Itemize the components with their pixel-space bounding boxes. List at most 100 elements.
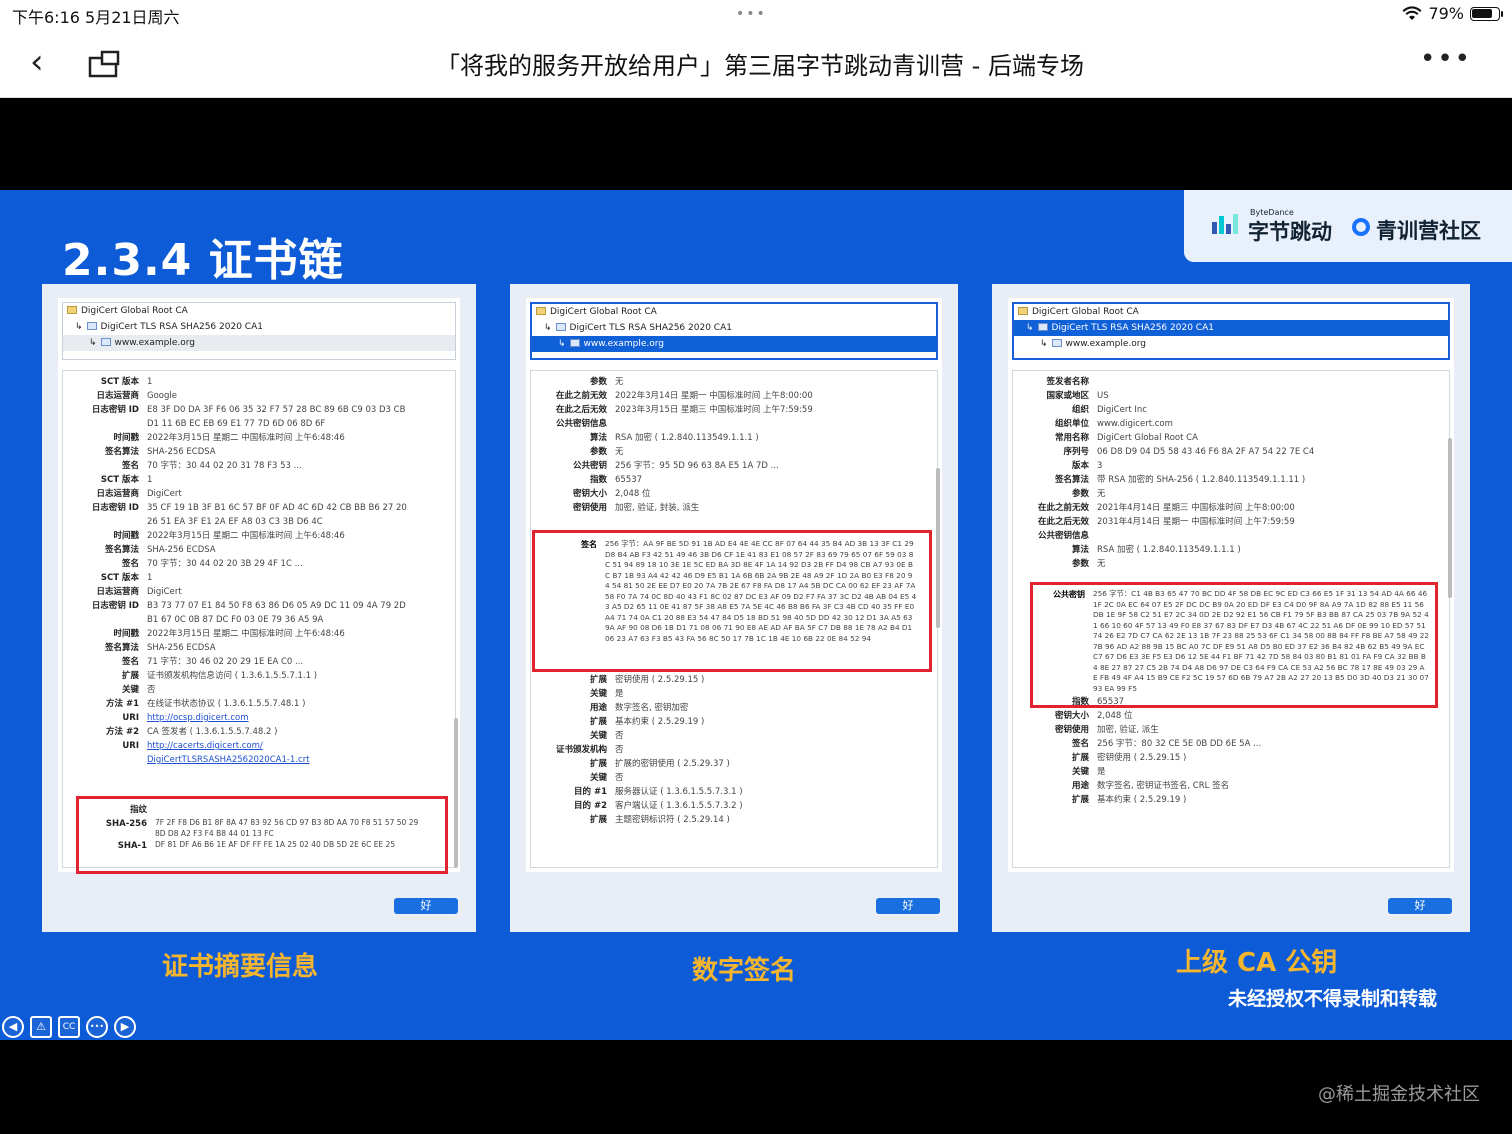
detail-key: 扩展 [1071, 795, 1089, 805]
detail-row: 组织单位 www.digicert.com [1013, 417, 1449, 431]
detail-value: 否 [615, 745, 624, 755]
detail-value: 数字签名, 密钥证书签名, CRL 签名 [1097, 781, 1230, 791]
detail-row: 签发者名称 [1013, 375, 1449, 389]
detail-key: 在此之前无效 [555, 391, 607, 401]
detail-row: 扩展 密钥使用 ( 2.5.29.15 ) [531, 673, 937, 687]
tree-leaf[interactable]: ↳ www.example.org [1014, 336, 1448, 352]
picture-in-picture-icon[interactable] [88, 50, 120, 78]
ok-button[interactable]: 好 [1388, 898, 1452, 914]
detail-value: 35 CF 19 1B 3F B1 6C 57 BF 0F AD 4C 6D 4… [147, 503, 407, 513]
warning-icon[interactable]: ⚠ [30, 1016, 52, 1038]
scrollbar[interactable] [1448, 438, 1452, 598]
video-player[interactable]: 2.3.4 证书链 ByteDance 字节跳动 青训营社区 DigiCert … [0, 98, 1512, 1134]
detail-row: 签名 70 字节：30 44 02 20 3B 29 4F 1C ... [63, 557, 455, 571]
detail-key: 密钥大小 [1054, 711, 1089, 721]
copyright-notice: 未经授权不得录制和转载 [1228, 988, 1438, 1010]
detail-row: 日志运营商 Google [63, 389, 455, 403]
detail-value: B3 73 77 07 E1 84 50 F8 63 86 D6 05 A9 D… [147, 601, 406, 611]
detail-key: 签名 [121, 657, 139, 667]
detail-row: 公共密钥信息 [531, 417, 937, 431]
detail-link[interactable]: http://cacerts.digicert.com/ [147, 739, 263, 753]
captions-icon[interactable]: CC [58, 1016, 80, 1038]
detail-row: 算法 RSA 加密 ( 1.2.840.113549.1.1.1 ) [531, 431, 937, 445]
detail-key: 签发者名称 [1046, 377, 1089, 387]
cert-panel-ca-pubkey: DigiCert Global Root CA ↳ DigiCert TLS RS… [992, 284, 1470, 932]
detail-row: 扩展 扩展的密钥使用 ( 2.5.29.37 ) [531, 757, 937, 771]
cert-folder-icon [1018, 307, 1028, 315]
ok-button[interactable]: 好 [876, 898, 940, 914]
detail-row: 指数 65537 [531, 473, 937, 487]
battery-percent: 79% [1428, 4, 1464, 23]
detail-link[interactable]: DigiCertTLSRSASHA2562020CA1-1.crt [147, 753, 310, 767]
cert-folder-icon [67, 306, 77, 314]
signature-block: 签名 256 字节：AA 9F BE 5D 91 1B AD E4 4E 4E … [581, 539, 917, 643]
detail-row: 在此之后无效 2023年3月15日 星期三 中国标准时间 上午7:59:59 [531, 403, 937, 417]
uri-link[interactable]: http://cacerts.digicert.com/ [147, 741, 263, 751]
detail-key: 关键 [589, 689, 607, 699]
detail-value: 是 [1097, 767, 1106, 777]
detail-value: 2,048 位 [615, 489, 651, 499]
detail-row: 目的 #1 服务器认证 ( 1.3.6.1.5.5.7.3.1 ) [531, 785, 937, 799]
detail-value: 扩展的密钥使用 ( 2.5.29.37 ) [615, 759, 730, 769]
tree-intermediate[interactable]: ↳ DigiCert TLS RSA SHA256 2020 CA1 [63, 319, 455, 335]
detail-row: 参数无 [1013, 487, 1449, 501]
detail-key: 签名 [121, 559, 139, 569]
chevron-left-icon[interactable]: ‹ [30, 44, 44, 80]
detail-row: 扩展 基本约束 ( 2.5.29.19 ) [1013, 793, 1449, 807]
tree-root[interactable]: DigiCert Global Root CA [532, 304, 936, 320]
multitask-dots[interactable]: ••• [736, 6, 767, 22]
tree-intermediate[interactable]: ↳ DigiCert TLS RSA SHA256 2020 CA1 [1014, 320, 1448, 336]
detail-value: 06 D8 D9 04 D5 58 43 46 F6 8A 2F A7 54 2… [1097, 447, 1315, 457]
detail-value: 主题密钥标识符 ( 2.5.29.14 ) [615, 815, 730, 825]
scrollbar[interactable] [454, 718, 458, 868]
more-options-icon[interactable]: ••• [86, 1016, 108, 1038]
detail-value: 2,048 位 [1097, 711, 1133, 721]
detail-value: 2022年3月15日 星期二 中国标准时间 上午6:48:46 [147, 629, 345, 639]
detail-value: RSA 加密 ( 1.2.840.113549.1.1.1 ) [615, 433, 759, 443]
detail-value: 数字签名, 密钥加密 [615, 703, 689, 713]
detail-row: SCT 版本 1 [63, 473, 455, 487]
ok-button[interactable]: 好 [394, 898, 458, 914]
detail-key: 日志密钥 ID [91, 601, 139, 611]
detail-row: 日志密钥 ID B3 73 77 07 E1 84 50 F8 63 86 D6 … [63, 599, 455, 613]
detail-link[interactable]: http://ocsp.digicert.com [147, 711, 249, 725]
detail-value: 无 [1097, 559, 1106, 569]
logo-box: ByteDance 字节跳动 青训营社区 [1184, 190, 1512, 262]
prev-icon[interactable]: ◀ [2, 1016, 24, 1038]
detail-row: 关键是 [531, 687, 937, 701]
wifi-icon [1402, 5, 1422, 20]
detail-row: 参数无 [1013, 557, 1449, 571]
detail-key: 签名算法 [104, 447, 139, 457]
status-bar: 下午6:16 5月21日周六 ••• 79% [0, 0, 1512, 30]
detail-key: 公共密钥信息 [555, 419, 607, 429]
detail-key: 签名 [1071, 739, 1089, 749]
tree-leaf[interactable]: ↳ www.example.org [532, 336, 936, 352]
detail-key: URI [122, 741, 139, 751]
more-icon[interactable]: ••• [1420, 44, 1472, 74]
detail-key: 序列号 [1063, 447, 1089, 457]
detail-value: 1 [147, 573, 153, 583]
detail-value: 加密, 验证, 封装, 派生 [615, 503, 700, 513]
detail-key: 日志运营商 [96, 489, 139, 499]
uri-link[interactable]: http://ocsp.digicert.com [147, 713, 249, 723]
detail-row: 公共密钥 256 字节：95 5D 96 63 8A E5 1A 7D ... [531, 459, 937, 473]
tree-leaf[interactable]: ↳ www.example.org [63, 335, 455, 351]
detail-row: URI http://ocsp.digicert.com [63, 711, 455, 725]
detail-key: 用途 [589, 703, 607, 713]
tree-root[interactable]: DigiCert Global Root CA [63, 303, 455, 319]
detail-key: 组织单位 [1054, 419, 1089, 429]
detail-key: 日志运营商 [96, 391, 139, 401]
detail-value: DigiCert [147, 587, 182, 597]
tree-root[interactable]: DigiCert Global Root CA [1014, 304, 1448, 320]
detail-row: 方法 #1 在线证书状态协议 ( 1.3.6.1.5.5.7.48.1 ) [63, 697, 455, 711]
detail-key: 国家或地区 [1046, 391, 1089, 401]
detail-row: 用途 数字签名, 密钥证书签名, CRL 签名 [1013, 779, 1449, 793]
highlight-signature: 签名 256 字节：AA 9F BE 5D 91 1B AD E4 4E 4E … [532, 530, 932, 672]
detail-key: 公共密钥信息 [1037, 531, 1089, 541]
uri-link[interactable]: DigiCertTLSRSASHA2562020CA1-1.crt [147, 755, 310, 765]
tree-intermediate[interactable]: ↳ DigiCert TLS RSA SHA256 2020 CA1 [532, 320, 936, 336]
status-right: 79% [1402, 4, 1503, 23]
next-icon[interactable]: ▶ [114, 1016, 136, 1038]
scrollbar[interactable] [936, 468, 940, 628]
detail-value: 密钥使用 ( 2.5.29.15 ) [1097, 753, 1187, 763]
